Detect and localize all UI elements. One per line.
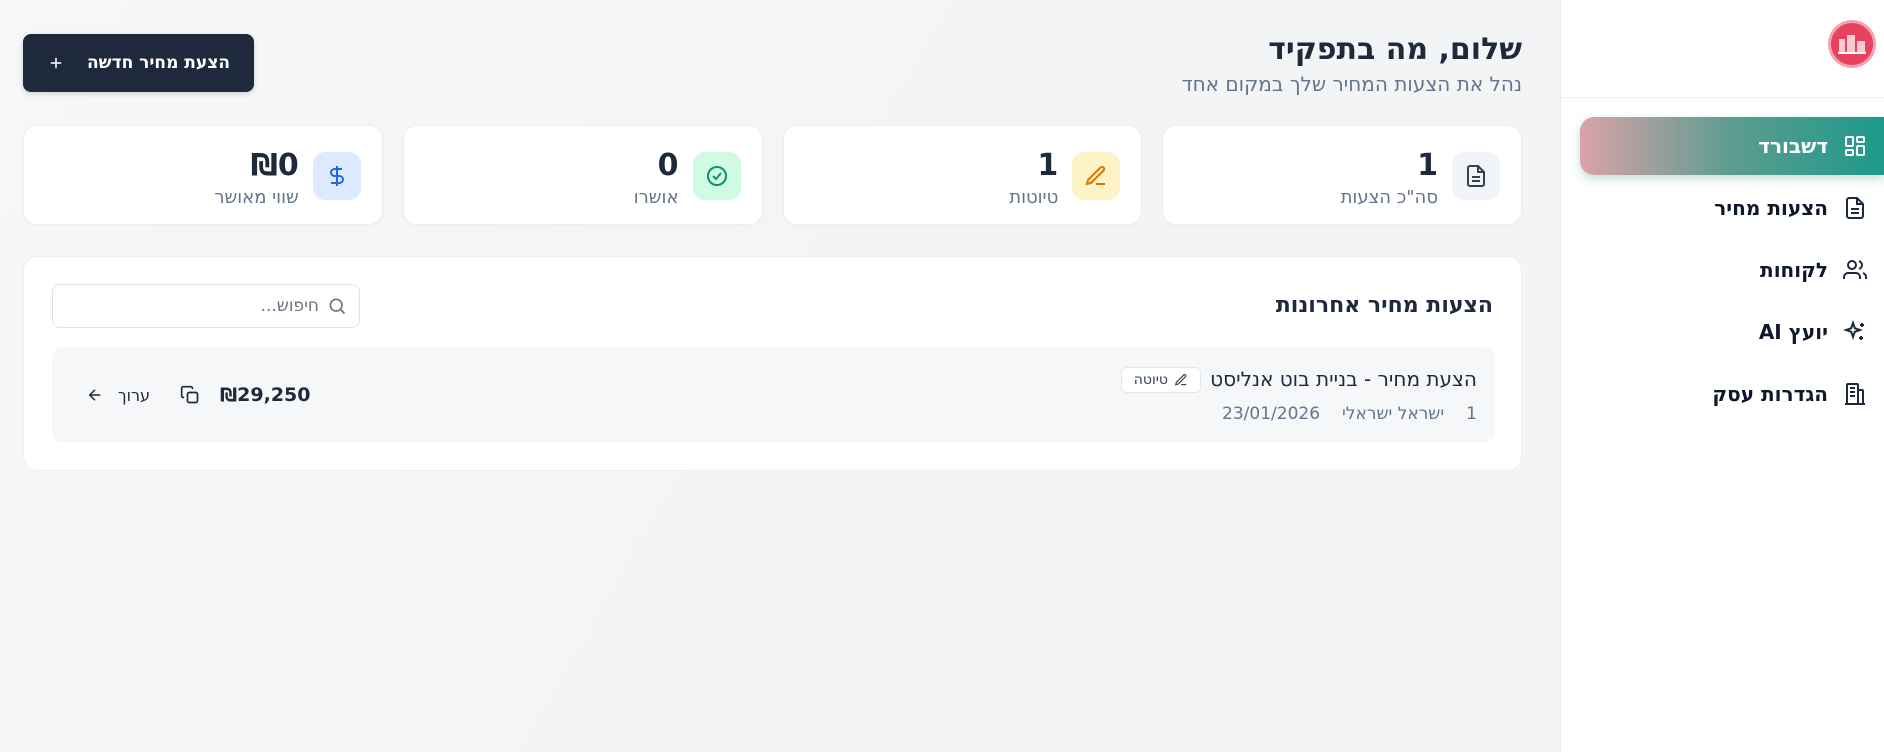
search-box [52, 284, 360, 328]
pencil-icon [1072, 152, 1121, 200]
edit-button[interactable]: ערוך [86, 381, 150, 409]
stat-value: 1 [1417, 148, 1438, 183]
sidebar-item-dashboard[interactable]: דשבורד [1580, 117, 1884, 175]
sidebar-item-label: הצעות מחיר [1714, 196, 1828, 220]
building-icon [1842, 381, 1868, 407]
stat-card-approved: 0 אושרו [402, 125, 763, 225]
copy-icon [180, 385, 199, 404]
page-subtitle: נהל את הצעות המחיר שלך במקום אחד [1181, 72, 1522, 96]
stat-value: ₪0 [250, 148, 299, 183]
document-icon [1452, 152, 1500, 200]
plus-icon [50, 57, 62, 69]
users-icon [1842, 257, 1868, 283]
sidebar-item-ai-advisor[interactable]: יועץ AI [1560, 303, 1884, 361]
main-content: שלום, מה בתפקיד נהל את הצעות המחיר שלך ב… [0, 0, 1560, 752]
stat-card-drafts: 1 טיוטות [782, 125, 1143, 225]
sidebar-item-label: הגדרות עסק [1712, 382, 1828, 406]
sidebar-item-label: דשבורד [1758, 134, 1828, 158]
edit-label: ערוך [118, 385, 150, 405]
quote-title: הצעת מחיר - בניית בוט אנליסט [1210, 367, 1477, 391]
sidebar-item-label: לקוחות [1760, 258, 1828, 282]
search-input[interactable] [53, 296, 319, 316]
stat-label: אושרו [633, 187, 679, 208]
page-title: שלום, מה בתפקיד [1268, 32, 1522, 67]
sidebar-header [1561, 0, 1884, 98]
quote-row[interactable]: הצעת מחיר - בניית בוט אנליסט טיוטה 1 ישר… [52, 347, 1495, 443]
search-icon [329, 298, 346, 315]
dashboard-grid-icon [1842, 133, 1868, 159]
status-badge: טיוטה [1120, 367, 1201, 393]
stats-row: 1 סה"כ הצעות 1 טיוטות 0 אושרו ₪0 שווי מא… [23, 125, 1522, 225]
company-logo[interactable] [1828, 20, 1876, 68]
quote-meta: 1 ישראל ישראלי 23/01/2026 [1222, 404, 1477, 424]
building-logo-icon [1838, 35, 1866, 54]
sidebar-item-quotes[interactable]: הצעות מחיר [1560, 179, 1884, 237]
quote-date: 23/01/2026 [1222, 404, 1321, 424]
stat-card-total-quotes: 1 סה"כ הצעות [1162, 125, 1522, 225]
stat-label: שווי מאושר [214, 187, 299, 208]
status-badge-label: טיוטה [1133, 372, 1168, 388]
sidebar-item-label: יועץ AI [1758, 320, 1828, 344]
dollar-icon [312, 152, 361, 200]
new-quote-button[interactable]: הצעת מחיר חדשה [23, 34, 254, 92]
recent-quotes-panel: הצעות מחיר אחרונות הצעת מחיר - בניית בוט… [23, 256, 1522, 471]
arrow-left-icon [88, 389, 101, 401]
stat-value: 0 [657, 148, 679, 183]
new-quote-label: הצעת מחיר חדשה [87, 53, 231, 73]
sidebar-nav: דשבורד הצעות מחיר לקוחות יועץ AI הגדרות … [1560, 117, 1884, 427]
sparkles-icon [1842, 319, 1868, 345]
check-circle-icon [692, 152, 741, 200]
sidebar: דשבורד הצעות מחיר לקוחות יועץ AI הגדרות … [1560, 0, 1884, 752]
sidebar-item-business-settings[interactable]: הגדרות עסק [1560, 365, 1884, 423]
stat-value: 1 [1037, 148, 1059, 183]
document-icon [1842, 195, 1868, 221]
stat-label: סה"כ הצעות [1340, 187, 1438, 208]
quote-number: 1 [1466, 404, 1477, 424]
duplicate-button[interactable] [176, 381, 204, 409]
stat-card-approved-value: ₪0 שווי מאושר [23, 125, 383, 225]
panel-title: הצעות מחיר אחרונות [1275, 293, 1493, 318]
quote-amount: ₪29,250 [220, 384, 311, 406]
pencil-icon [1174, 374, 1187, 386]
sidebar-item-clients[interactable]: לקוחות [1560, 241, 1884, 299]
quote-client: ישראל ישראלי [1342, 404, 1445, 424]
stat-label: טיוטות [1009, 187, 1059, 208]
